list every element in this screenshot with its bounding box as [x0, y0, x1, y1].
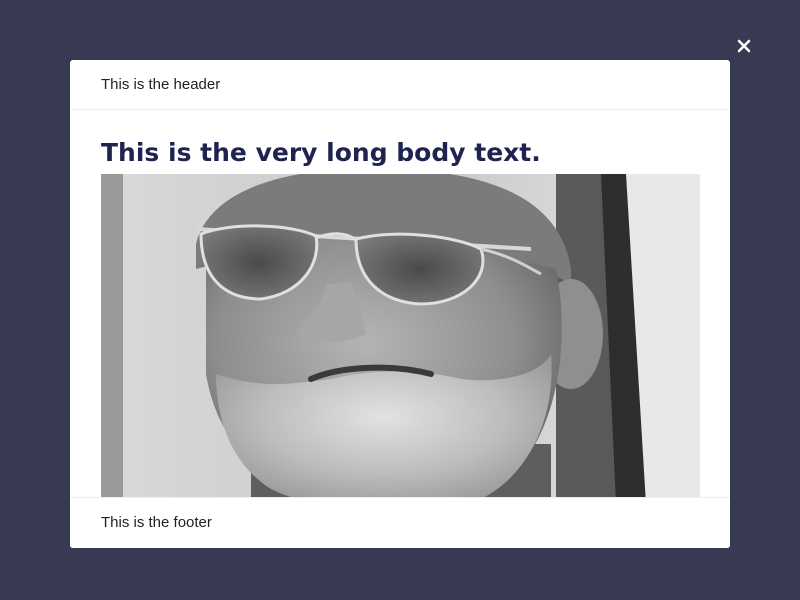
modal-dialog: This is the header This is the very long…: [70, 60, 730, 548]
close-icon: [737, 39, 751, 53]
portrait-image: [101, 174, 700, 497]
close-button[interactable]: [734, 36, 754, 56]
modal-body-title: This is the very long body text.: [101, 138, 541, 167]
modal-header: This is the header: [70, 60, 730, 110]
modal-footer: This is the footer: [70, 497, 730, 548]
portrait-photo: [101, 174, 700, 497]
modal-body[interactable]: This is the very long body text.: [70, 110, 730, 497]
modal-footer-text: This is the footer: [101, 514, 212, 531]
modal-header-text: This is the header: [101, 76, 221, 93]
